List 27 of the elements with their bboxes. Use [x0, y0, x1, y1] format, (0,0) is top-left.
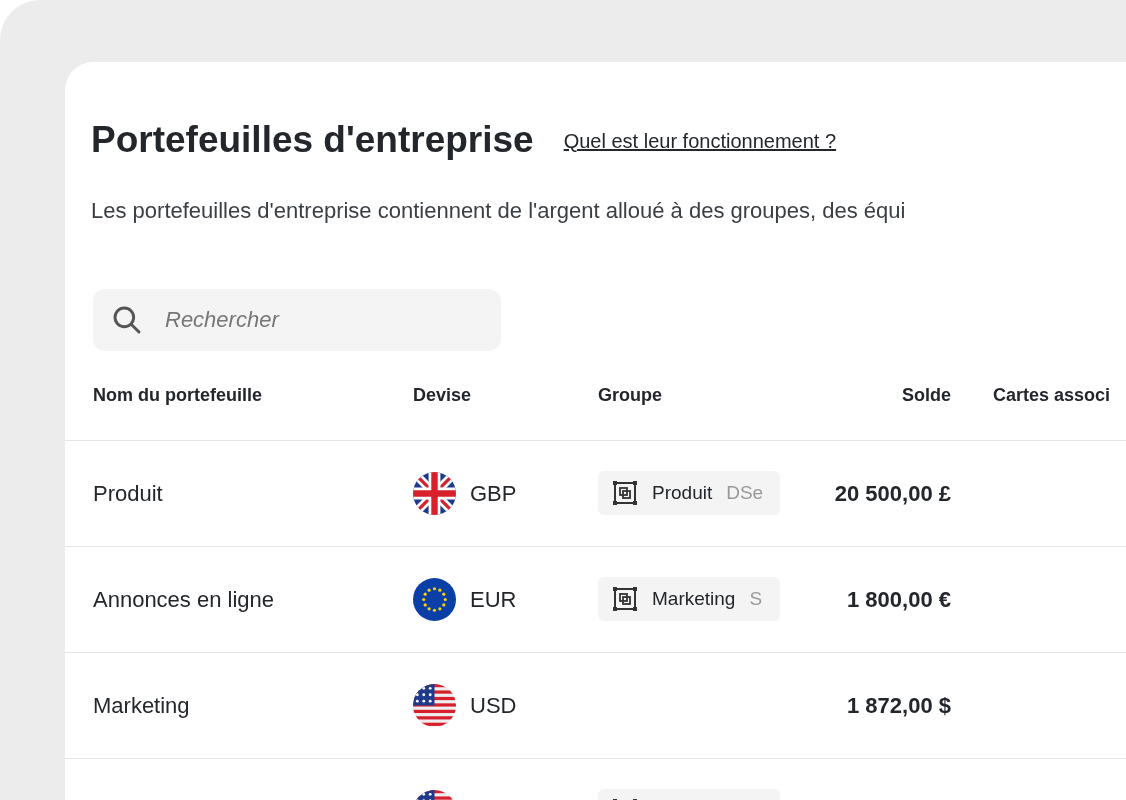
help-link[interactable]: Quel est leur fonctionnement ?: [563, 125, 837, 156]
wallet-name: Annonces en ligne: [93, 586, 275, 612]
search-field[interactable]: Rechercher: [93, 288, 501, 351]
column-header: Solde: [901, 383, 951, 407]
balance-amount: 1 872,00 $: [847, 692, 951, 718]
flag-icon: [413, 471, 456, 515]
flag-icon: [413, 577, 456, 621]
group-name: Produit: [652, 480, 713, 505]
flag-icon: [413, 683, 456, 727]
balance-amount: 20 500,00 £: [834, 480, 951, 506]
column-header: Devise: [413, 383, 473, 407]
group-member-text: DSe: [726, 480, 764, 505]
column-header: Groupe: [598, 383, 663, 407]
page-title: Portefeuilles d'entreprise: [91, 118, 534, 162]
group-icon: [612, 586, 638, 612]
currency-code: EUR: [470, 585, 517, 614]
wallet-name: Marketing: [93, 692, 190, 718]
currency-code: USD: [470, 691, 517, 720]
currency-code: GBP: [470, 479, 517, 508]
group-icon: [612, 480, 638, 506]
description-text: Les portefeuilles d'entreprise contiennent de l'argent alloué à des groupes, des équi: [90, 196, 907, 225]
column-header: Nom du portefeuille: [93, 383, 263, 407]
column-header: Cartes associ: [992, 383, 1112, 407]
balance-amount: 1 800,00 €: [847, 586, 951, 612]
group-member-text: S: [749, 586, 763, 611]
group-name: Marketing: [652, 586, 736, 611]
wallet-name: Produit: [93, 480, 163, 506]
